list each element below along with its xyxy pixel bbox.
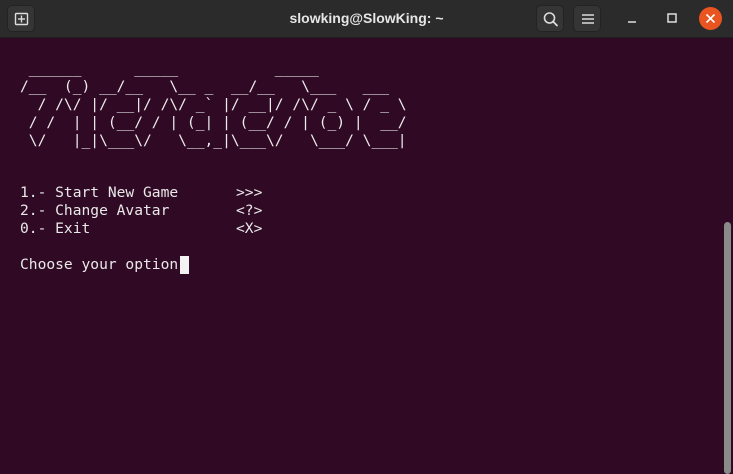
scrollbar[interactable] (724, 222, 731, 474)
menu-option-symbol: <?> (236, 202, 263, 219)
maximize-button[interactable] (660, 7, 684, 31)
menu-option-label: 0.- Exit (20, 220, 91, 237)
input-prompt: Choose your option: (20, 256, 196, 273)
menu-option-change-avatar: 2.- Change Avatar <?> (20, 202, 262, 220)
terminal-window: slowking@SlowKing: ~ ______ _____ _____ … (0, 0, 733, 474)
search-button[interactable] (536, 5, 564, 32)
terminal-output[interactable]: ______ _____ _____ /__ (_) __/__ \__ _ _… (0, 38, 723, 474)
menu-option-label: 1.- Start New Game (20, 184, 179, 201)
hamburger-menu-icon (582, 14, 594, 24)
menu-option-symbol: >>> (236, 184, 263, 201)
close-icon (705, 13, 716, 24)
menu-option-symbol: <X> (236, 220, 263, 237)
close-button[interactable] (699, 7, 722, 30)
search-icon (543, 12, 558, 27)
menu-option-label: 2.- Change Avatar (20, 202, 170, 219)
menu-option-start-new-game: 1.- Start New Game >>> (20, 184, 262, 202)
ascii-art-logo: ______ _____ _____ /__ (_) __/__ \__ _ _… (20, 60, 407, 150)
new-tab-button[interactable] (7, 5, 35, 32)
ascii-art-line: /__ (_) __/__ \__ _ __/__ \___ ___ (20, 78, 390, 95)
menu-button[interactable] (573, 5, 601, 32)
ascii-art-line: / / | | (__/ / | (_| | (__/ / | (_) | __… (20, 114, 407, 131)
minimize-icon (628, 21, 636, 23)
ascii-art-line: / /\/ |/ __|/ /\/ _` |/ __|/ /\/ _ \ / _… (20, 96, 407, 113)
ascii-art-line: ______ _____ _____ (20, 60, 319, 77)
minimize-button[interactable] (620, 7, 644, 31)
menu-option-exit: 0.- Exit <X> (20, 220, 262, 238)
ascii-art-line: \/ |_|\___\/ \__,_|\___\/ \___/ \___| (20, 132, 407, 149)
text-cursor[interactable] (180, 256, 189, 274)
new-tab-icon (14, 12, 29, 26)
title-bar[interactable]: slowking@SlowKing: ~ (0, 0, 733, 38)
maximize-icon (667, 13, 677, 23)
